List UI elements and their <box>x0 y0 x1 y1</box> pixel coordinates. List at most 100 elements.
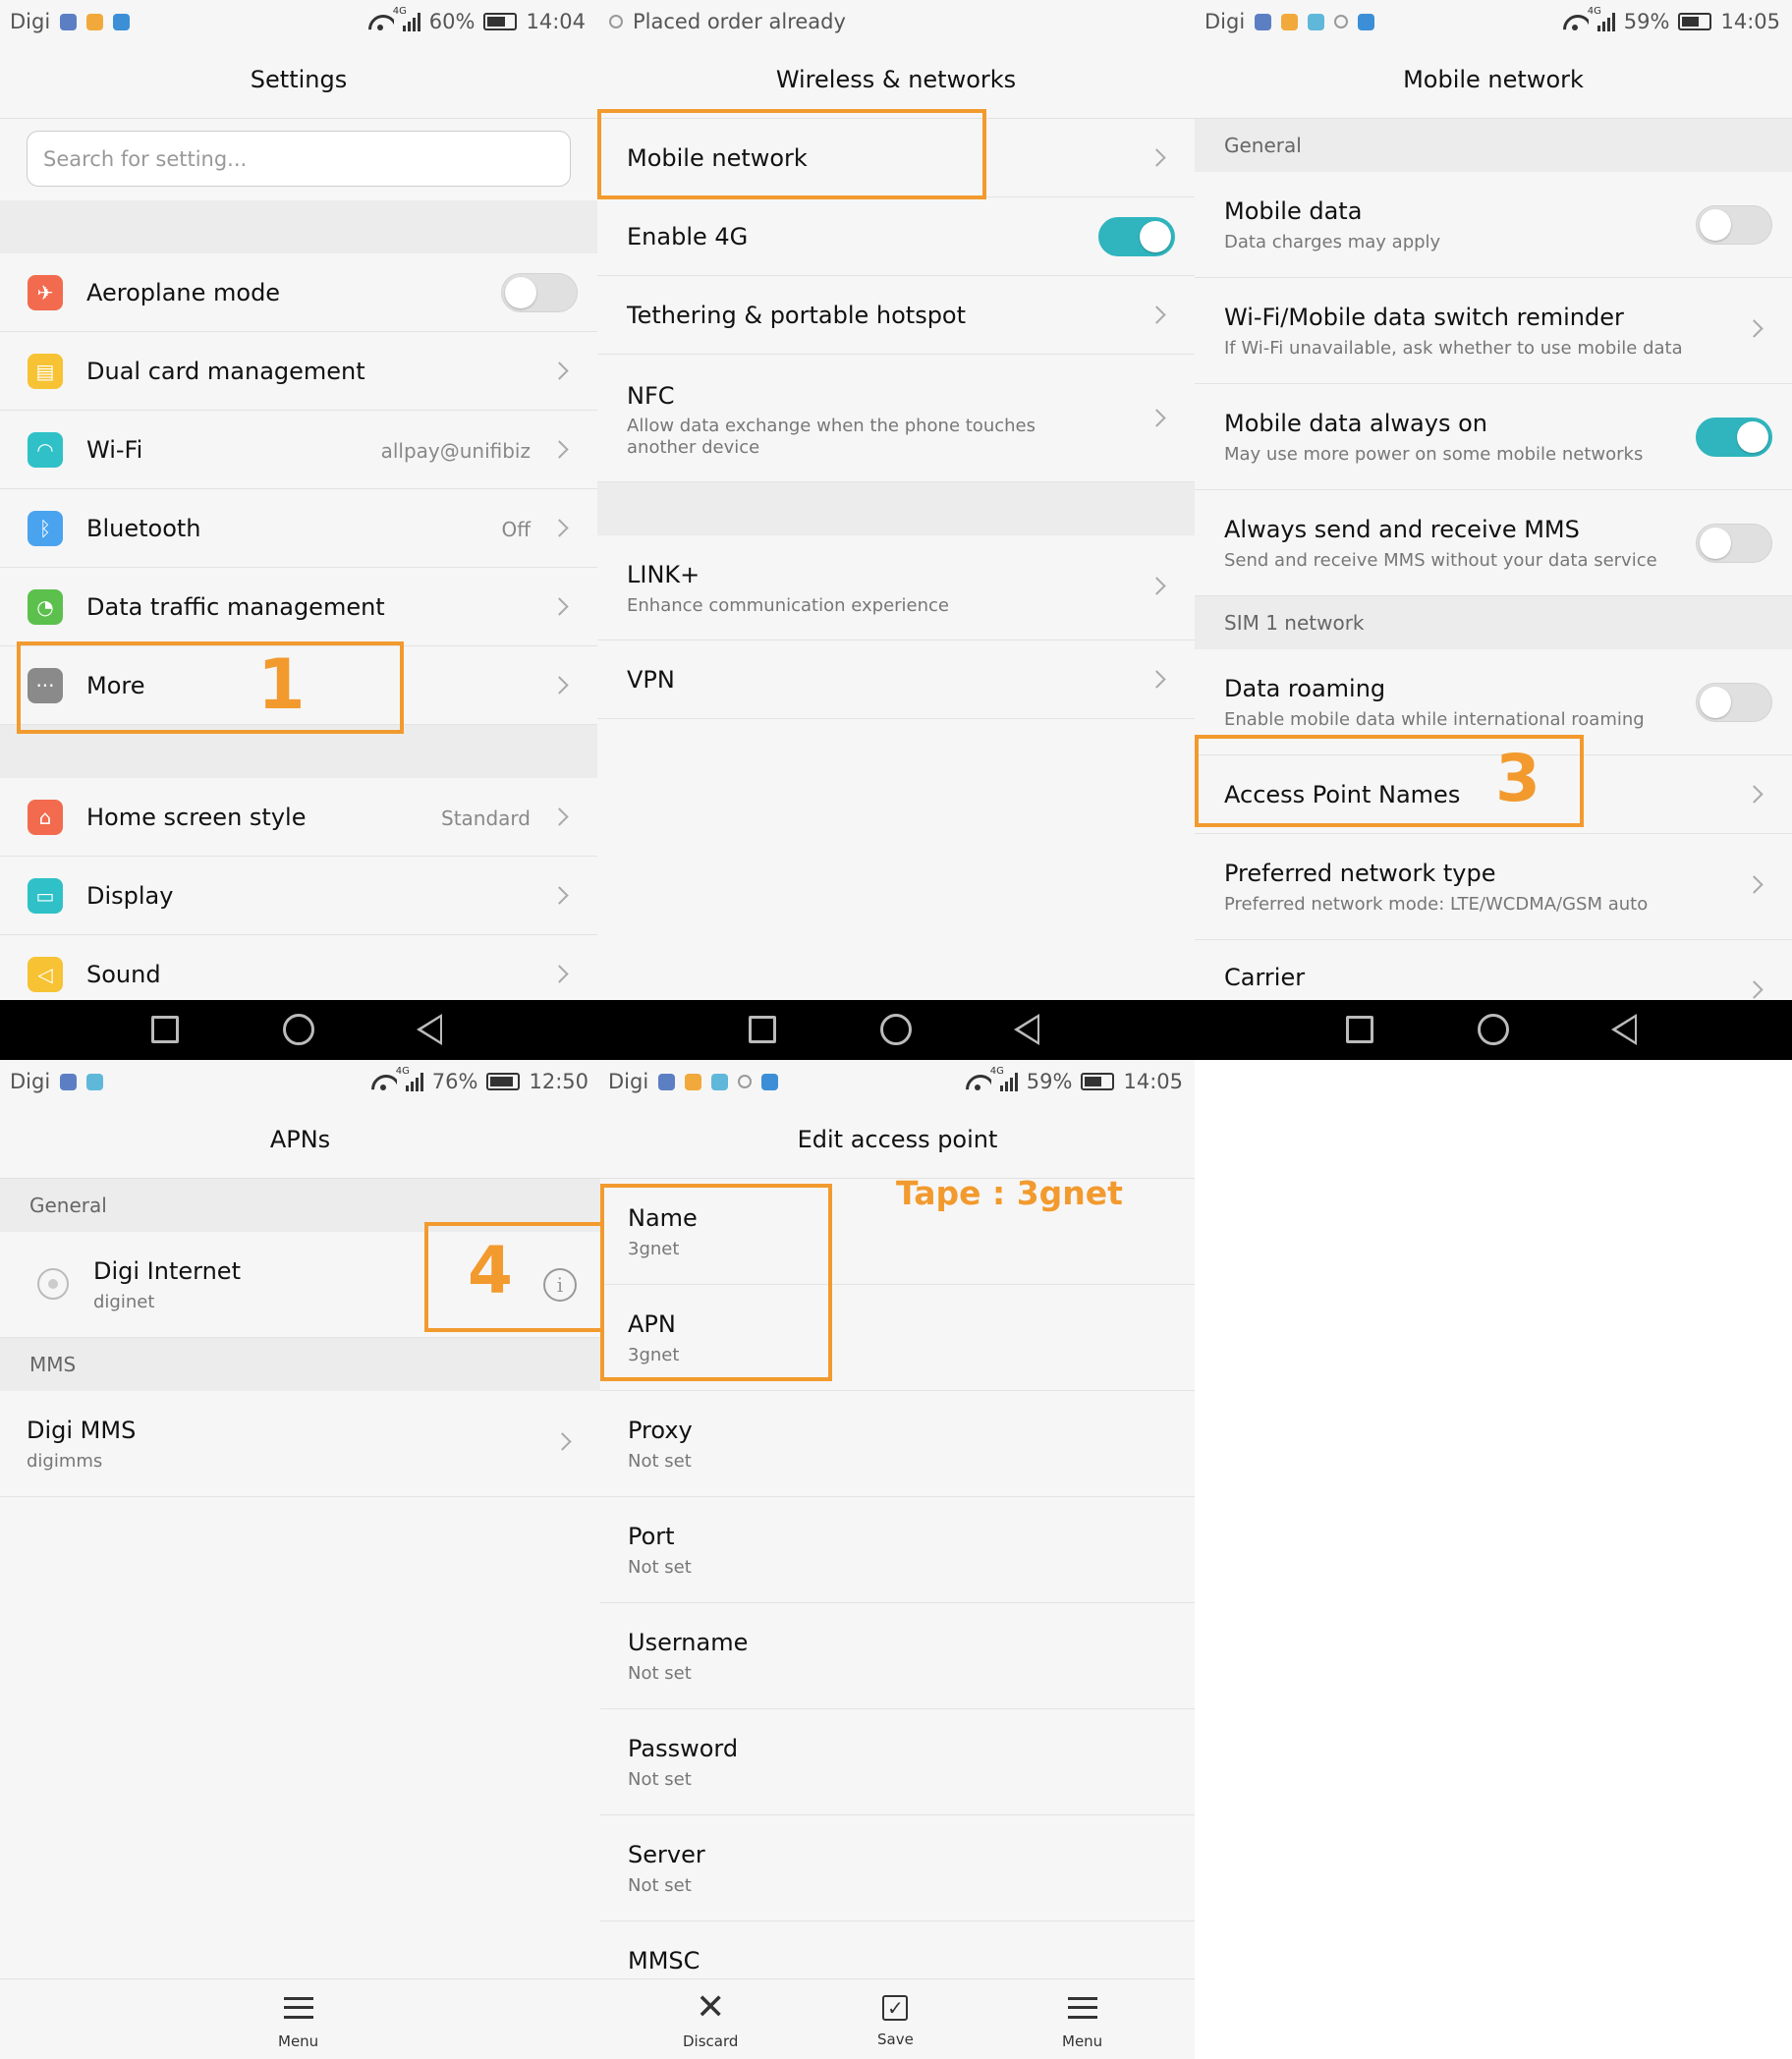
apns-screen: Digi 4G 76% 12:50 APNs General Digi Inte… <box>0 1060 600 2059</box>
menu-item-enable-4g[interactable]: Enable 4G <box>597 197 1195 276</box>
settings-item-data-traffic[interactable]: ◔ Data traffic management <box>0 568 597 646</box>
settings-item-sound[interactable]: ◁ Sound <box>0 935 597 1000</box>
home-button[interactable] <box>1478 1014 1509 1045</box>
menu-item-nfc[interactable]: NFC Allow data exchange when the phone t… <box>597 355 1195 482</box>
menu-item-tethering[interactable]: Tethering & portable hotspot <box>597 276 1195 355</box>
clock: 14:05 <box>1123 1070 1183 1093</box>
mobile-data-toggle[interactable] <box>1696 205 1772 245</box>
info-icon[interactable]: i <box>543 1268 577 1302</box>
always-mms-toggle[interactable] <box>1696 524 1772 563</box>
field-password[interactable]: Password Not set <box>600 1709 1195 1815</box>
chevron-right-icon <box>1745 785 1764 804</box>
more-icon: ··· <box>28 668 63 703</box>
menu-item-switch-reminder[interactable]: Wi-Fi/Mobile data switch reminder If Wi-… <box>1195 278 1792 384</box>
field-value: Not set <box>628 1875 692 1896</box>
item-subtitle: Preferred network mode: LTE/WCDMA/GSM au… <box>1224 894 1649 915</box>
page-title: Edit access point <box>600 1101 1195 1179</box>
battery-icon <box>1678 13 1712 30</box>
step-number: 4 <box>468 1233 513 1308</box>
field-label: Password <box>628 1735 739 1762</box>
chevron-right-icon <box>1745 875 1764 894</box>
item-subtitle: diginet <box>93 1292 155 1312</box>
apn-radio-button[interactable] <box>37 1268 69 1300</box>
item-subtitle: Data charges may apply <box>1224 232 1441 252</box>
battery-icon <box>1081 1073 1115 1090</box>
field-server[interactable]: Server Not set <box>600 1815 1195 1921</box>
menu-item-access-point-names[interactable]: Access Point Names <box>1195 755 1792 834</box>
back-button[interactable] <box>1611 1014 1637 1045</box>
menu-item-mobile-network[interactable]: Mobile network <box>597 119 1195 197</box>
data-roaming-toggle[interactable] <box>1696 683 1772 722</box>
system-navigation-bar <box>0 1000 1792 1060</box>
menu-item-carrier[interactable]: Carrier <box>1195 940 1792 1000</box>
menu-item-preferred-network-type[interactable]: Preferred network type Preferred network… <box>1195 834 1792 940</box>
settings-item-home-screen-style[interactable]: ⌂ Home screen style Standard <box>0 778 597 857</box>
cell-signal-icon: 4G <box>1588 6 1615 31</box>
recent-apps-button[interactable] <box>1346 1016 1373 1043</box>
item-label: Always send and receive MMS <box>1224 516 1580 543</box>
menu-item-vpn[interactable]: VPN <box>597 640 1195 719</box>
notification-icon <box>1281 13 1299 30</box>
notification-text: Placed order already <box>633 10 846 33</box>
field-port[interactable]: Port Not set <box>600 1497 1195 1603</box>
item-label: Mobile network <box>627 144 808 172</box>
apn-item-digi-mms[interactable]: Digi MMS digimms <box>0 1391 600 1497</box>
data-always-on-toggle[interactable] <box>1696 417 1772 457</box>
chevron-right-icon <box>1745 980 1764 999</box>
section-header-sim1: SIM 1 network <box>1195 596 1792 649</box>
chevron-right-icon <box>550 965 569 983</box>
page-title: APNs <box>0 1101 600 1179</box>
carrier-label: Digi <box>1204 10 1246 33</box>
settings-item-dual-card[interactable]: ▤ Dual card management <box>0 332 597 411</box>
enable-4g-toggle[interactable] <box>1098 217 1175 256</box>
menu-item-mobile-data[interactable]: Mobile data Data charges may apply <box>1195 172 1792 278</box>
menu-item-data-roaming[interactable]: Data roaming Enable mobile data while in… <box>1195 649 1792 755</box>
field-proxy[interactable]: Proxy Not set <box>600 1391 1195 1497</box>
back-button[interactable] <box>1014 1014 1039 1045</box>
wifi-signal-icon <box>366 11 394 32</box>
clock: 12:50 <box>529 1070 588 1093</box>
field-label: MMSC <box>628 1947 700 1975</box>
field-apn[interactable]: APN 3gnet <box>600 1285 1195 1391</box>
item-label: Access Point Names <box>1224 781 1461 808</box>
display-icon: ▭ <box>28 878 63 914</box>
checkbox-icon: ✓ <box>882 1995 909 2021</box>
home-button[interactable] <box>283 1014 314 1045</box>
bottom-action-bar: ✕ Discard ✓ Save Menu <box>600 1978 1195 2059</box>
field-value: Not set <box>628 1557 692 1578</box>
aeroplane-mode-toggle[interactable] <box>501 273 578 312</box>
settings-item-display[interactable]: ▭ Display <box>0 857 597 935</box>
menu-button[interactable]: Menu <box>1062 1989 1102 2050</box>
item-label: Carrier <box>1224 964 1306 991</box>
chevron-right-icon <box>550 519 569 537</box>
field-value: Not set <box>628 1451 692 1472</box>
settings-item-wifi[interactable]: ◠ Wi-Fi allpay@unifibiz <box>0 411 597 489</box>
settings-item-bluetooth[interactable]: ᛒ Bluetooth Off <box>0 489 597 568</box>
save-button[interactable]: ✓ Save <box>877 1989 914 2048</box>
recent-apps-button[interactable] <box>749 1016 776 1043</box>
wireless-networks-screen: Placed order already Wireless & networks… <box>597 0 1195 1000</box>
menu-item-data-always-on[interactable]: Mobile data always on May use more power… <box>1195 384 1792 490</box>
sim-card-icon: ▤ <box>28 354 63 389</box>
section-divider <box>597 482 1195 535</box>
search-input[interactable]: Search for setting... <box>27 131 571 187</box>
settings-item-aeroplane-mode[interactable]: ✈ Aeroplane mode <box>0 253 597 332</box>
home-button[interactable] <box>880 1014 912 1045</box>
field-username[interactable]: Username Not set <box>600 1603 1195 1709</box>
recent-apps-button[interactable] <box>151 1016 179 1043</box>
notification-icon <box>60 13 78 30</box>
menu-button[interactable]: Menu <box>278 1989 318 2050</box>
chevron-right-icon <box>550 597 569 616</box>
menu-item-link-plus[interactable]: LINK+ Enhance communication experience <box>597 535 1195 640</box>
discard-button[interactable]: ✕ Discard <box>683 1989 738 2051</box>
menu-item-always-mms[interactable]: Always send and receive MMS Send and rec… <box>1195 490 1792 596</box>
empty-area <box>1195 1060 1792 2059</box>
notification-icon <box>1334 15 1349 28</box>
back-button[interactable] <box>417 1014 442 1045</box>
field-label: Port <box>628 1523 675 1550</box>
page-title: Mobile network <box>1195 41 1792 119</box>
item-label: Digi MMS <box>27 1417 137 1444</box>
status-bar: Digi 4G 76% 12:50 <box>0 1060 600 1101</box>
field-label: Name <box>628 1204 698 1232</box>
menu-label: Menu <box>1062 2032 1103 2050</box>
